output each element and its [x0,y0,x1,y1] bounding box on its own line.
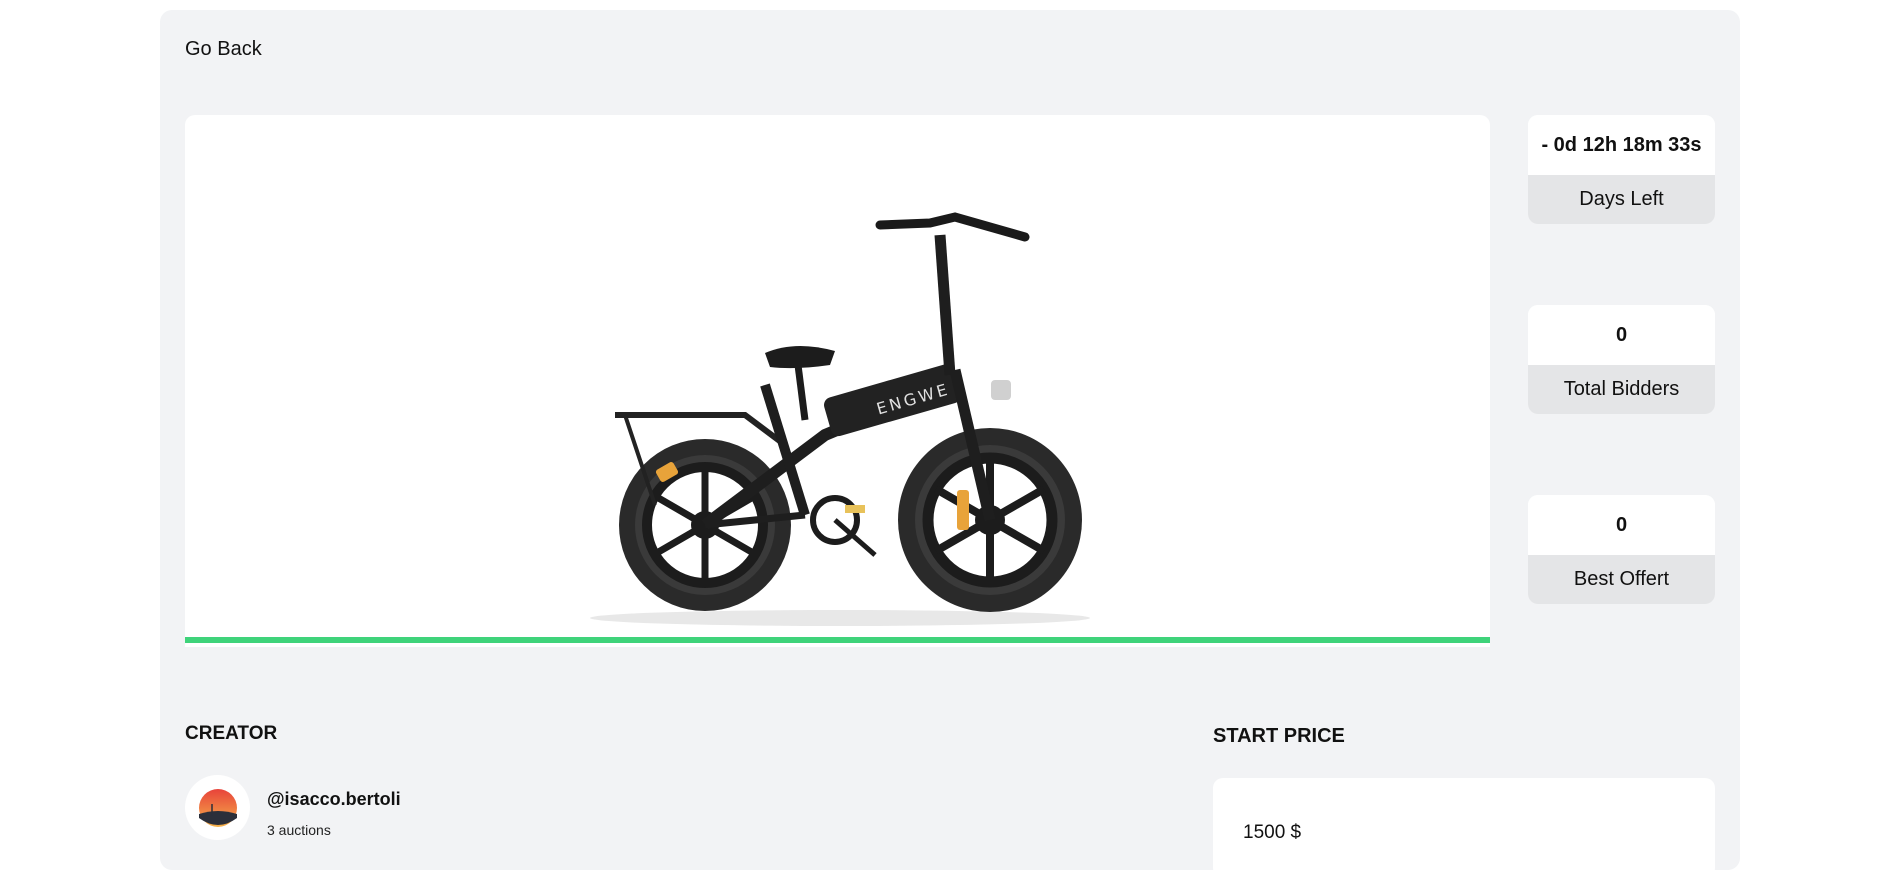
creator-section-title: CREATOR [185,723,278,744]
auction-progress-bar [185,637,1490,643]
best-offer-card: 0 Best Offert [1528,495,1715,604]
sunset-avatar-icon [198,788,237,827]
total-bidders-card: 0 Total Bidders [1528,305,1715,414]
best-offer-label: Best Offert [1528,555,1715,604]
creator-username[interactable]: @isacco.bertoli [267,789,401,810]
time-left-card: - 0d 12h 18m 33s Days Left [1528,115,1715,224]
time-left-label: Days Left [1528,175,1715,224]
creator-auction-count: 3 auctions [267,822,331,838]
start-price-card: 1500 $ [1213,778,1715,878]
auction-progress-fill [185,637,1490,643]
electric-bike-icon: ENGWE [590,212,1090,626]
total-bidders-value: 0 [1528,305,1715,365]
best-offer-value: 0 [1528,495,1715,555]
product-image-card: ENGWE [185,115,1490,647]
start-price-title: START PRICE [1213,725,1345,747]
go-back-link[interactable]: Go Back [185,38,262,61]
total-bidders-label: Total Bidders [1528,365,1715,414]
time-left-value: - 0d 12h 18m 33s [1528,115,1715,175]
start-price-value: 1500 $ [1243,822,1302,843]
auction-detail-panel: Go Back ENGWE - 0d 12h 18m 33s Days Left… [160,10,1740,878]
creator-avatar[interactable] [185,775,250,840]
